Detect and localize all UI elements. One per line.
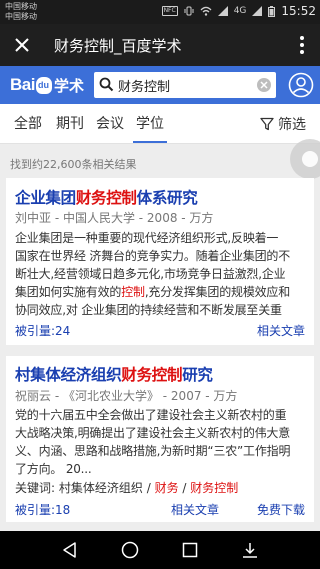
clear-button[interactable] [257,78,271,92]
result-card: 村集体经济组织财务控制研究 祝丽云 - 《河北农业大学》 - 2007 - 万方… [6,356,314,522]
result-title[interactable]: 村集体经济组织财务控制研究 [15,363,213,385]
close-button[interactable] [8,31,36,59]
clear-icon [260,81,268,89]
signal-icon-2 [252,6,263,16]
free-download-link[interactable]: 免费下载 [257,501,305,518]
recents-icon [182,542,198,558]
keyword-link[interactable]: 财务控制 [190,481,238,495]
filter-button[interactable]: 筛选 [260,104,306,144]
keyword-link[interactable]: 财务 [155,481,179,495]
close-icon [15,38,29,52]
result-meta: 刘中亚 - 中国人民大学 - 2008 - 万方 [15,211,214,225]
result-abstract: 党的十六届五中全会做出了建设社会主义新农村的重 大战略决策,明确提出了建设社会主… [15,408,291,476]
search-icon [99,77,114,92]
result-meta: 祝丽云 - 《河北农业大学》 - 2007 - 万方 [15,389,238,403]
more-button[interactable] [294,34,310,56]
system-nav-bar [0,531,320,569]
recents-button[interactable] [180,540,200,560]
page-title: 财务控制_百度学术 [54,37,182,55]
nfc-icon: NFC [161,6,178,16]
related-articles-link[interactable]: 相关文章 [257,322,305,339]
clock: 15:52 [281,4,316,18]
vibrate-icon [184,6,194,16]
search-input[interactable] [118,76,248,94]
result-abstract: 企业集团是一种重要的现代经济组织形式,反映着一 国家在世界经 济舞台的竞争实力。… [15,231,291,317]
user-icon [288,72,314,98]
paw-icon [35,76,52,94]
tab-all[interactable]: 全部 [6,104,50,144]
tab-journal[interactable]: 期刊 [50,104,90,144]
more-vertical-icon [300,36,304,40]
tab-bar: 全部 期刊 会议 学位 筛选 [0,104,320,144]
search-box[interactable] [94,72,276,98]
status-icons: NFC 4G 15:52 [161,4,316,18]
status-bar: 中国移动 中国移动 NFC 4G 15:52 [0,0,320,24]
carrier-1: 中国移动 [5,2,37,11]
filter-icon [260,117,274,131]
download-icon [243,543,257,558]
active-tab-underline [133,141,167,143]
home-icon [121,541,139,559]
carrier-info: 中国移动 中国移动 [5,2,37,22]
result-keywords: 关键词: 村集体经济组织 / 财务 / 财务控制 [15,481,239,495]
floating-handle[interactable] [290,139,320,179]
baidu-xueshu-logo[interactable]: Bai 学术 [10,73,84,97]
result-count: 找到约22,600条相关结果 [10,158,137,171]
title-bar: 财务控制_百度学术 [0,24,320,66]
related-articles-link[interactable]: 相关文章 [171,501,219,518]
signal-icon [217,6,228,16]
result-title[interactable]: 企业集团财务控制体系研究 [15,186,198,208]
search-header: Bai 学术 [0,66,320,104]
tab-conference[interactable]: 会议 [90,104,130,144]
battery-icon [268,5,276,17]
citation-count[interactable]: 被引量:18 [15,501,70,518]
home-button[interactable] [120,540,140,560]
result-card: 企业集团财务控制体系研究 刘中亚 - 中国人民大学 - 2008 - 万方 企业… [6,178,314,345]
keyword-link[interactable]: 村集体经济组织 [59,481,143,495]
filter-label: 筛选 [278,117,306,133]
user-button[interactable] [288,72,314,98]
tab-degree[interactable]: 学位 [130,104,170,144]
network-type: 4G [233,6,247,16]
back-icon [63,542,76,558]
citation-count[interactable]: 被引量:24 [15,322,70,339]
carrier-2: 中国移动 [5,12,37,21]
back-button[interactable] [60,540,80,560]
wifi-icon [200,6,212,16]
extra-nav-button[interactable] [240,540,260,560]
